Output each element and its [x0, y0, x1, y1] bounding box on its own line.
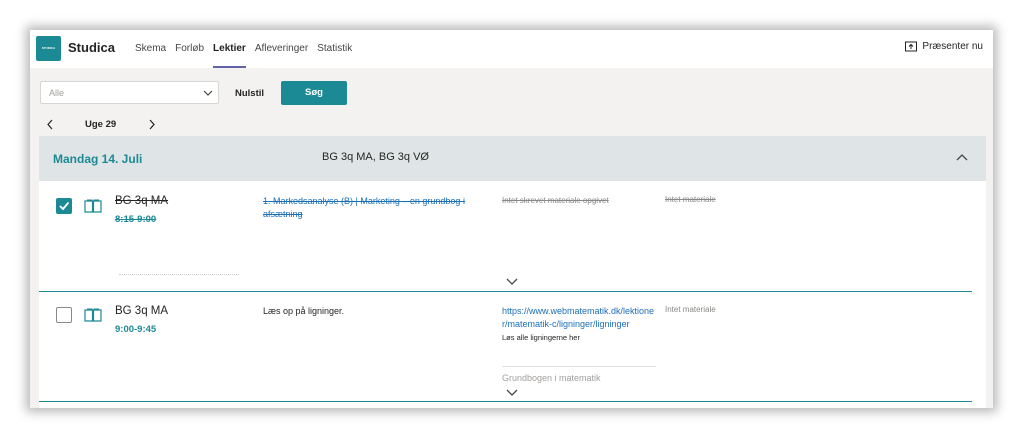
tab-skema[interactable]: Skema — [131, 30, 170, 68]
reset-button[interactable]: Nulstil — [235, 88, 264, 99]
lesson-material: Intet skrevet materiale opgivet — [502, 196, 609, 205]
lesson-resources: Intet materiale — [665, 305, 716, 314]
book-icon — [84, 308, 102, 322]
chevron-right-icon[interactable] — [147, 119, 157, 130]
lesson-time: 9:00-9:45 — [115, 324, 157, 335]
chevron-down-icon[interactable] — [505, 277, 519, 287]
studica-logo-icon: STUDICA — [36, 36, 61, 61]
lesson-row: BG 3q MA 8:15-9:00 1. Markedsanalyse (B)… — [39, 181, 986, 293]
book-icon — [84, 199, 102, 213]
day-header[interactable]: Mandag 14. Juli BG 3q MA, BG 3q VØ — [39, 136, 986, 181]
material-note: Løs alle ligningerne her — [502, 333, 580, 342]
material-divider — [502, 366, 656, 367]
lesson-class-name: BG 3q MA — [115, 305, 169, 317]
logo-text: STUDICA — [41, 46, 56, 50]
lesson-done-checkbox[interactable] — [56, 198, 72, 214]
day-classes: BG 3q MA, BG 3q VØ — [322, 151, 429, 163]
chevron-down-icon[interactable] — [505, 388, 519, 398]
tab-lektier[interactable]: Lektier — [209, 30, 250, 68]
class-filter-select[interactable]: Alle — [40, 81, 219, 104]
lesson-row: BG 3q MA 9:00-9:45 Læs op på ligninger. … — [39, 293, 986, 408]
lesson-done-checkbox[interactable] — [56, 307, 72, 323]
tab-forlob[interactable]: Forløb — [171, 30, 208, 68]
lesson-resources: Intet materiale — [665, 195, 716, 204]
faded-divider — [119, 274, 239, 276]
tab-statistik[interactable]: Statistik — [313, 30, 356, 68]
chevron-down-icon — [203, 90, 213, 96]
lesson-material: https://www.webmatematik.dk/lektioner/ma… — [502, 305, 658, 343]
tab-bar: Skema Forløb Lektier Afleveringer Statis… — [131, 30, 357, 68]
share-screen-icon — [905, 41, 918, 52]
app-name: Studica — [68, 40, 115, 55]
lesson-time: 8:15-9:00 — [115, 214, 157, 225]
lesson-description: Læs op på ligninger. — [263, 306, 345, 316]
material-book: Grundbogen i matematik — [502, 373, 601, 383]
week-label: Uge 29 — [85, 119, 117, 130]
present-label: Præsenter nu — [922, 41, 983, 52]
chevron-up-icon[interactable] — [955, 152, 969, 162]
lesson-divider — [39, 291, 972, 292]
lesson-divider — [39, 401, 972, 402]
checkmark-icon — [59, 201, 70, 211]
select-value: Alle — [49, 88, 65, 98]
search-button[interactable]: Søg — [281, 81, 347, 105]
material-link[interactable]: https://www.webmatematik.dk/lektioner/ma… — [502, 305, 658, 331]
app-window: STUDICA Studica Skema Forløb Lektier Afl… — [30, 30, 993, 408]
day-title: Mandag 14. Juli — [53, 152, 143, 166]
lesson-class-name: BG 3q MA — [115, 195, 169, 207]
present-button[interactable]: Præsenter nu — [905, 41, 983, 52]
lesson-description[interactable]: 1. Markedsanalyse (B) | Marketing – en g… — [263, 195, 487, 221]
top-bar: STUDICA Studica Skema Forløb Lektier Afl… — [30, 30, 993, 68]
tab-afleveringer[interactable]: Afleveringer — [251, 30, 312, 68]
chevron-left-icon[interactable] — [45, 119, 55, 130]
